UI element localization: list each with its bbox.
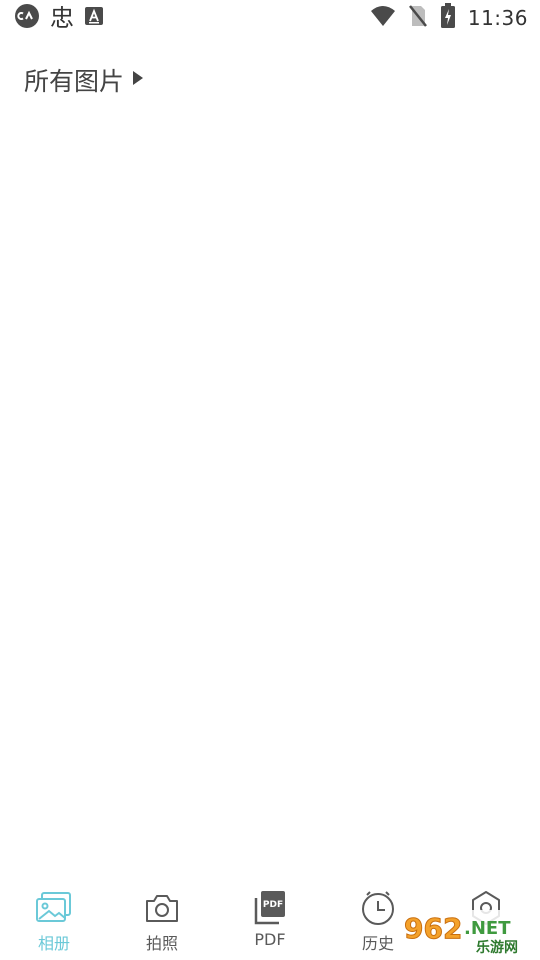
no-sim-icon [408, 4, 428, 32]
svg-text:.NET: .NET [464, 918, 511, 939]
nav-label-pdf: PDF [254, 930, 286, 949]
nav-item-pdf[interactable]: PDF PDF [216, 876, 324, 960]
wifi-icon [370, 5, 396, 31]
svg-text:乐游网: 乐游网 [476, 939, 518, 956]
caret-right-icon [132, 70, 144, 90]
camera-icon [142, 888, 182, 928]
nav-label-album: 相册 [37, 934, 70, 953]
nav-item-camera[interactable]: 拍照 [108, 876, 216, 960]
album-title: 所有图片 [24, 67, 125, 96]
history-icon [358, 888, 398, 928]
svg-text:962: 962 [404, 912, 462, 945]
status-time: 11:36 [467, 6, 528, 30]
status-bar: 忠 11:36 [0, 0, 540, 36]
battery-charging-icon [440, 3, 456, 33]
nav-label-camera: 拍照 [145, 934, 178, 953]
watermark-logo: 962 .NET 乐游网 [400, 906, 536, 956]
cloud-sync-icon [14, 3, 40, 33]
svg-text:PDF: PDF [263, 900, 283, 910]
nav-item-album[interactable]: 相册 [0, 876, 108, 960]
app-screen: 忠 11:36 所有图片 相册 拍照 PDF PDF 历史 962 .NET 乐… [0, 0, 540, 960]
photo-grid [0, 110, 540, 870]
nav-label-history: 历史 [361, 934, 394, 953]
bug-app-icon: 忠 [50, 4, 74, 32]
album-icon [34, 888, 74, 928]
status-bar-left: 忠 [14, 3, 104, 33]
status-bar-right: 11:36 [370, 3, 528, 33]
pdf-icon: PDF [250, 888, 290, 928]
album-selector[interactable]: 所有图片 [24, 62, 144, 98]
notification-a-icon [84, 6, 104, 30]
